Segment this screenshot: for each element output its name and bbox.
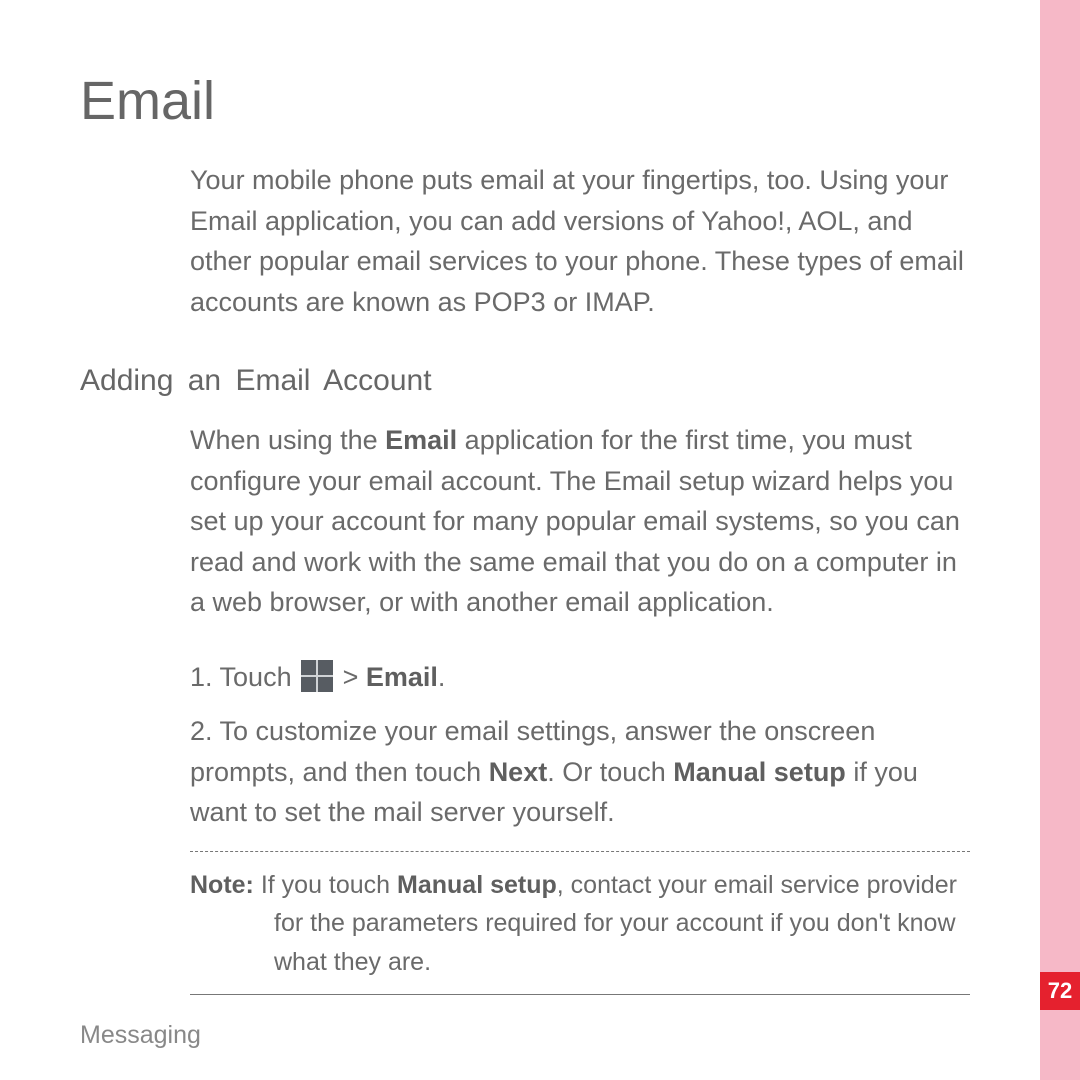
text: When using the [190,425,385,455]
text: > [335,662,366,692]
text: Touch [220,662,300,692]
step-1: 1. Touch > Email. [190,657,970,698]
side-stripe [1040,0,1080,1080]
bold-text: Email [366,662,438,692]
bold-text: Manual setup [397,871,557,899]
page-content: Email Your mobile phone puts email at yo… [0,0,1040,1080]
step-2: 2. To customize your email settings, ans… [190,711,970,833]
text: If you touch [261,871,397,899]
bold-text: Next [489,757,548,787]
step-number: 2. [190,716,220,746]
text: . Or touch [547,757,673,787]
page-number-badge: 72 [1040,972,1080,1010]
section-intro: When using the Email application for the… [190,420,970,623]
note-block: Note: If you touch Manual setup, contact… [190,851,970,995]
page-title: Email [80,70,990,132]
text: . [438,662,446,692]
note-body: Note: If you touch Manual setup, contact… [190,866,970,982]
footer-section-label: Messaging [80,1021,201,1050]
note-label: Note: [190,871,261,899]
apps-grid-icon [301,660,333,692]
intro-paragraph: Your mobile phone puts email at your fin… [190,160,970,322]
bold-text: Email [385,425,457,455]
bold-text: Manual setup [673,757,846,787]
step-number: 1. [190,662,220,692]
section-heading: Adding an Email Account [80,364,990,398]
steps-list: 1. Touch > Email. 2. To customize your e… [190,657,970,833]
